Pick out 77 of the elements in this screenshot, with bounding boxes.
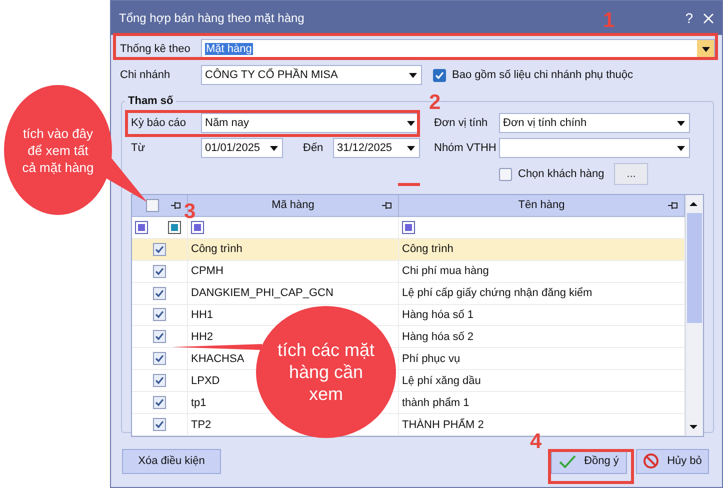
table-cell: LPXD [191, 374, 220, 388]
filter-icon[interactable] [402, 220, 415, 234]
checkbox[interactable] [153, 242, 166, 256]
checkbox[interactable] [153, 264, 166, 278]
annotation-mark [398, 183, 420, 186]
date-field[interactable]: 31/12/2025 [333, 138, 420, 158]
table-row[interactable]: Công trình Công trình [132, 238, 685, 261]
dropdown[interactable]: CÔNG TY CỔ PHẦN MISA [201, 65, 422, 85]
checkbox[interactable] [153, 330, 166, 344]
table-row[interactable]: CPMH Chi phí mua hàng [132, 260, 685, 283]
table-cell: thành phẩm 1 [402, 396, 470, 410]
table-cell: Hàng hóa số 2 [402, 330, 474, 344]
field-label: Chi nhánh [120, 69, 172, 81]
checkbox[interactable] [499, 168, 512, 180]
table-row[interactable]: DANGKIEM_PHI_CAP_GCN Lệ phí cấp giấy chứng nhận đăng kiểm [132, 282, 685, 305]
filter-icon[interactable] [168, 220, 181, 234]
close-icon[interactable] [703, 12, 714, 24]
caret-icon [676, 120, 684, 126]
table-cell: Công trình [191, 242, 242, 256]
checkbox[interactable] [153, 374, 166, 388]
group-title: Tham số [127, 95, 174, 107]
table-cell: KHACHSA [191, 352, 244, 366]
help-button[interactable]: ? [685, 10, 693, 26]
table-cell: THÀNH PHẨM 2 [402, 418, 484, 432]
checkbox[interactable] [146, 198, 159, 212]
caret-icon [408, 72, 416, 78]
field-label: Đến [302, 142, 324, 154]
table-cell: tp1 [191, 396, 206, 410]
pin-icon[interactable] [668, 201, 678, 210]
checkbox[interactable] [153, 286, 166, 300]
caret-icon [406, 146, 414, 150]
table-cell: HH1 [191, 308, 214, 322]
table-cell: HH2 [191, 330, 214, 344]
scrollbar[interactable] [685, 195, 703, 436]
table-cell: Hàng hóa số 1 [402, 308, 474, 322]
checkbox[interactable] [153, 396, 166, 410]
caret-icon [270, 146, 278, 150]
cancel-button[interactable]: Hủy bỏ [636, 448, 709, 474]
caret-icon [702, 46, 710, 52]
step-number: 2 [429, 94, 441, 112]
table-cell: Lệ phí cấp giấy chứng nhận đăng kiểm [402, 286, 592, 300]
cancel-icon [643, 453, 660, 469]
caret-icon [406, 120, 414, 126]
filter-icon[interactable] [135, 220, 148, 234]
dropdown[interactable]: Mặt hàng [201, 39, 715, 59]
checkbox[interactable] [433, 68, 446, 82]
checkbox-label: Chọn khách hàng [518, 168, 604, 180]
step-number: 1 [603, 12, 615, 30]
callout-text: tích vào đây để xem tất cả mặt hàng [22, 124, 94, 176]
table-cell: DANGKIEM_PHI_CAP_GCN [191, 286, 334, 300]
table-cell: Lệ phí xăng dầu [402, 374, 481, 388]
field-label: Từ [131, 142, 146, 154]
field-label: Thống kê theo [120, 43, 192, 55]
step-number: 4 [530, 433, 542, 451]
table-cell: Chi phí mua hàng [402, 264, 489, 278]
dropdown[interactable]: Năm nay [201, 113, 420, 133]
pin-icon[interactable] [382, 201, 392, 210]
field-label: Đơn vị tính [433, 117, 489, 129]
checkbox[interactable] [153, 352, 166, 366]
checkbox[interactable] [153, 308, 166, 322]
table-cell: CPMH [191, 264, 224, 278]
pin-icon[interactable] [171, 201, 181, 210]
dropdown[interactable]: Đơn vị tính chính [499, 113, 690, 133]
checkbox[interactable] [153, 418, 166, 432]
table-cell: TP2 [191, 418, 212, 432]
date-field[interactable]: 01/01/2025 [201, 138, 283, 158]
checkbox-label: Bao gồm số liệu chi nhánh phụ thuộc [452, 69, 634, 81]
field-label: Kỳ báo cáo [131, 117, 188, 129]
caret-icon [676, 146, 684, 150]
clear-button[interactable]: Xóa điều kiện [122, 448, 221, 474]
field-label: Nhóm VTHH [433, 142, 498, 154]
filter-icon[interactable] [191, 220, 204, 234]
table-cell: Công trình [402, 242, 454, 256]
check-icon [559, 454, 576, 468]
browse-button[interactable]: ... [614, 163, 648, 185]
table-cell: Phí phục vụ [402, 352, 460, 366]
window-title: Tổng hợp bán hàng theo mặt hàng [119, 11, 304, 25]
